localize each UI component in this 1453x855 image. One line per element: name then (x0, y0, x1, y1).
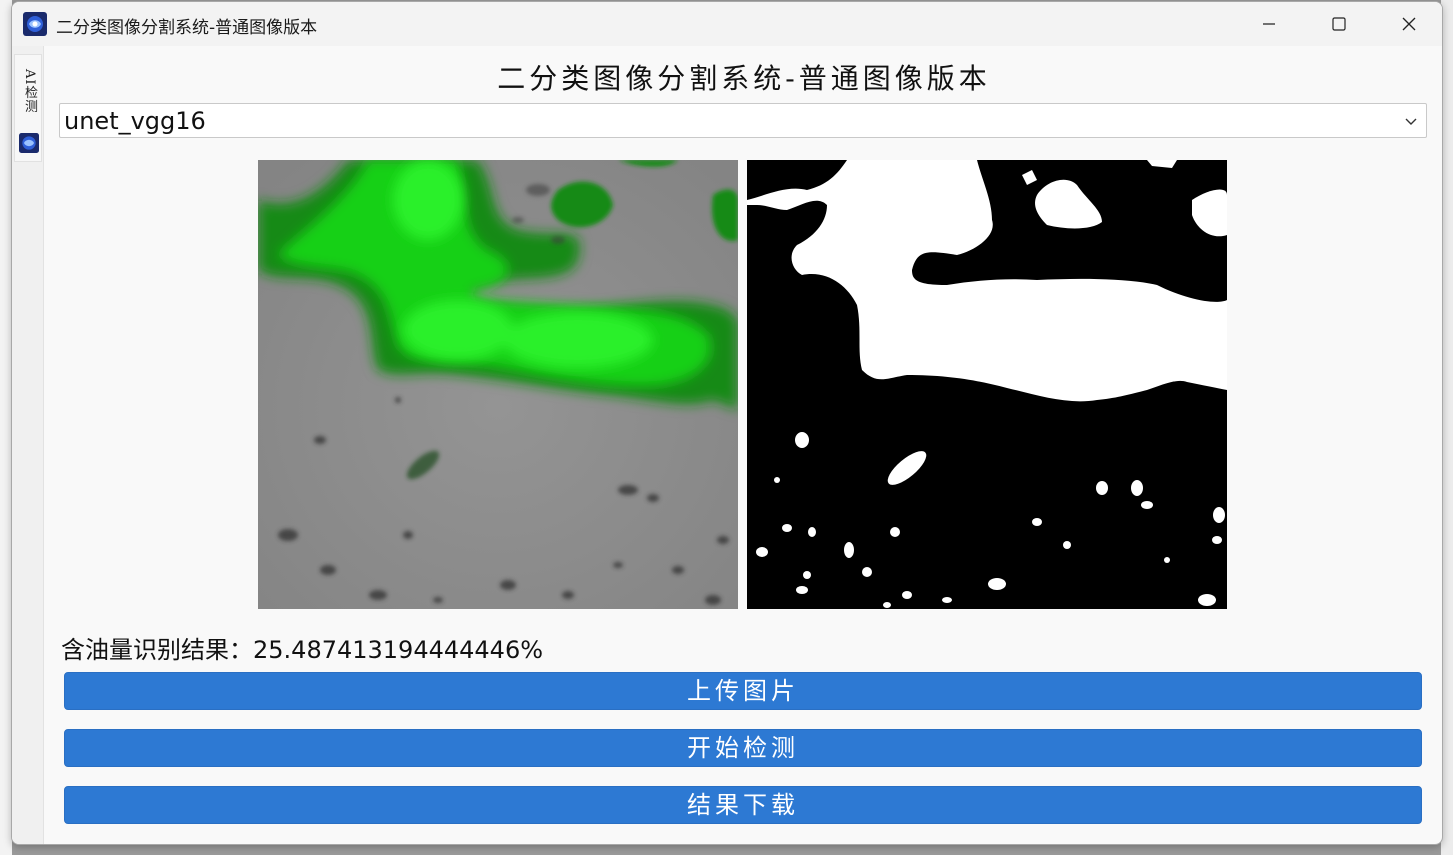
mask-image-canvas (747, 160, 1227, 609)
tab-ai-detect[interactable]: AI检测 (14, 54, 42, 162)
upload-image-button[interactable]: 上传图片 (64, 672, 1422, 710)
app-logo-icon (19, 133, 39, 153)
app-window: 二分类图像分割系统-普通图像版本 AI检测 二分类图像分割系统-普通图像版本 u… (11, 1, 1443, 845)
side-tab-strip: AI检测 (12, 46, 44, 844)
maximize-button[interactable] (1304, 2, 1374, 46)
result-text: 含油量识别结果：25.487413194444446% (61, 630, 543, 665)
tab-ai-detect-label: AI检测 (22, 69, 37, 114)
result-label: 含油量识别结果： (61, 636, 253, 664)
close-button[interactable] (1374, 2, 1442, 46)
maximize-icon (1332, 17, 1346, 31)
original-overlay-image (258, 160, 738, 609)
start-detection-button[interactable]: 开始检测 (64, 729, 1422, 767)
model-select[interactable]: unet_vgg16 (59, 103, 1427, 138)
overlay-image-canvas (258, 160, 738, 609)
download-result-button[interactable]: 结果下载 (64, 786, 1422, 824)
segmentation-mask-image (747, 160, 1227, 609)
model-select-value: unet_vgg16 (64, 107, 206, 135)
chevron-down-icon (1405, 118, 1417, 125)
close-icon (1402, 17, 1416, 31)
result-value: 25.487413194444446% (253, 636, 544, 664)
app-logo-icon (23, 12, 47, 36)
minimize-icon (1263, 23, 1275, 25)
minimize-button[interactable] (1234, 2, 1304, 46)
window-title: 二分类图像分割系统-普通图像版本 (56, 18, 318, 38)
title-bar[interactable]: 二分类图像分割系统-普通图像版本 (12, 2, 1442, 46)
page-title: 二分类图像分割系统-普通图像版本 (497, 62, 991, 95)
